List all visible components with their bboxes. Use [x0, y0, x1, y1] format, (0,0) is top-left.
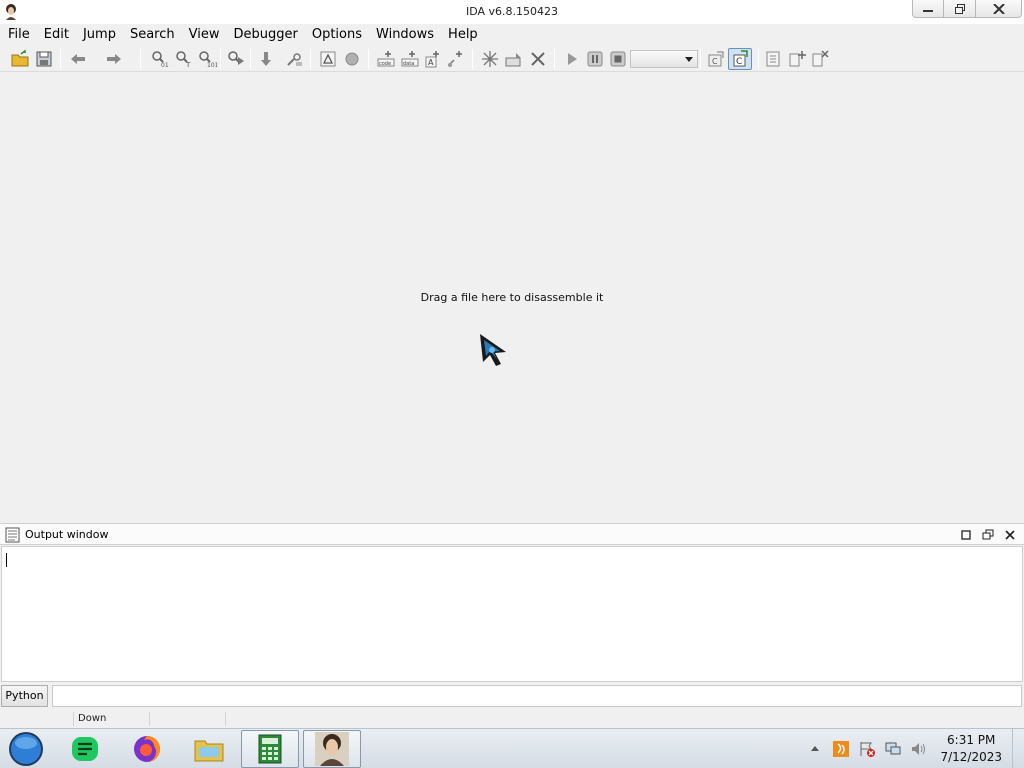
window-title: IDA v6.8.150423 [465, 5, 559, 18]
search-immediate-icon[interactable]: 101 [197, 49, 217, 69]
output-window-icon [5, 527, 20, 543]
make-function-icon[interactable] [480, 49, 500, 69]
calculator-icon[interactable] [241, 730, 299, 768]
save-icon[interactable] [34, 49, 54, 69]
forward-icon[interactable] [104, 49, 124, 69]
minimize-button[interactable] [912, 0, 944, 18]
rename-icon[interactable] [504, 49, 524, 69]
search-binary-icon[interactable]: 01 [150, 49, 170, 69]
menu-edit[interactable]: Edit [37, 25, 76, 44]
maximize-panel-icon[interactable] [958, 527, 974, 543]
menu-help[interactable]: Help [441, 25, 485, 44]
status-cell-1 [0, 712, 74, 726]
svg-text:A: A [428, 58, 434, 67]
make-array-icon[interactable] [446, 49, 466, 69]
svg-text:data: data [403, 61, 414, 67]
menu-file[interactable]: File [1, 25, 37, 44]
taskbar: 6:31 PM 7/12/2023 [0, 728, 1024, 768]
menu-options[interactable]: Options [305, 25, 369, 44]
menu-search[interactable]: Search [123, 25, 182, 44]
output-window-header: Output window [0, 523, 1024, 545]
back-icon[interactable] [68, 49, 88, 69]
volume-icon[interactable] [910, 740, 928, 758]
action-center-icon[interactable] [858, 740, 876, 758]
circle-icon[interactable] [342, 49, 362, 69]
svg-text:C: C [712, 57, 718, 66]
clock-time: 6:31 PM [947, 733, 996, 747]
search-text-icon[interactable]: T [174, 49, 194, 69]
open-icon[interactable] [10, 49, 30, 69]
start-orb[interactable] [6, 731, 46, 767]
float-panel-icon[interactable] [980, 527, 996, 543]
clock[interactable]: 6:31 PM 7/12/2023 [940, 732, 1002, 766]
output-window-title: Output window [25, 528, 109, 541]
menu-jump[interactable]: Jump [76, 25, 123, 44]
make-code-icon[interactable]: code [376, 49, 396, 69]
output-text-area[interactable] [1, 546, 1023, 682]
close-panel-icon[interactable] [1002, 527, 1018, 543]
system-tray [806, 739, 928, 759]
menu-view[interactable]: View [182, 25, 227, 44]
status-cell-3 [150, 712, 226, 726]
java-update-icon[interactable] [832, 740, 850, 758]
clock-date: 7/12/2023 [940, 750, 1002, 764]
menu-debugger[interactable]: Debugger [226, 25, 304, 44]
add-breakpoint-icon[interactable] [787, 49, 807, 69]
breakpoint-list-icon[interactable] [764, 49, 784, 69]
restore-button[interactable] [944, 0, 976, 18]
status-bar: Down [0, 710, 1024, 728]
network-icon[interactable] [884, 740, 902, 758]
notes-app-icon[interactable] [56, 730, 114, 768]
show-hidden-icons-icon[interactable] [806, 740, 824, 758]
status-cell-2 [74, 712, 150, 726]
search-next-icon[interactable] [226, 49, 246, 69]
show-desktop-button[interactable] [1012, 729, 1024, 768]
jump-down-icon[interactable] [256, 49, 276, 69]
command-line-bar: Python [0, 683, 1024, 709]
stop-icon[interactable] [608, 49, 628, 69]
start-debugger-icon[interactable] [562, 49, 582, 69]
ida-logo-icon [480, 334, 506, 366]
svg-text:01: 01 [161, 62, 169, 69]
make-string-icon[interactable]: A [423, 49, 443, 69]
make-data-icon[interactable]: data [400, 49, 420, 69]
python-language-button[interactable]: Python [1, 685, 48, 707]
svg-text:C: C [736, 57, 742, 67]
svg-text:code: code [379, 61, 391, 67]
switch-debugger-icon[interactable]: C [706, 49, 726, 69]
svg-text:101: 101 [207, 62, 217, 69]
text-caret [6, 553, 7, 567]
undefine-icon[interactable] [528, 49, 548, 69]
find-icon[interactable] [284, 49, 304, 69]
disassembly-drop-area[interactable]: Drag a file here to disassemble it [0, 73, 1024, 523]
command-input[interactable] [52, 685, 1022, 707]
active-debugger-icon[interactable]: C [728, 48, 752, 70]
svg-text:T: T [185, 61, 191, 69]
title-bar: IDA v6.8.150423 [0, 0, 1024, 24]
ida-pro-taskbar-icon[interactable] [303, 730, 361, 768]
graph-icon[interactable] [318, 49, 338, 69]
firefox-icon[interactable] [118, 730, 176, 768]
menu-windows[interactable]: Windows [369, 25, 441, 44]
delete-breakpoint-icon[interactable] [810, 49, 830, 69]
close-button[interactable] [976, 0, 1022, 18]
chevron-down-icon [685, 57, 693, 62]
toolbar: 01 T 101 code data A C [0, 46, 1024, 72]
pause-icon[interactable] [585, 49, 605, 69]
drop-hint-text: Drag a file here to disassemble it [420, 291, 604, 304]
file-explorer-icon[interactable] [180, 730, 238, 768]
debugger-select[interactable] [630, 50, 698, 68]
menu-bar: File Edit Jump Search View Debugger Opti… [0, 24, 1024, 44]
